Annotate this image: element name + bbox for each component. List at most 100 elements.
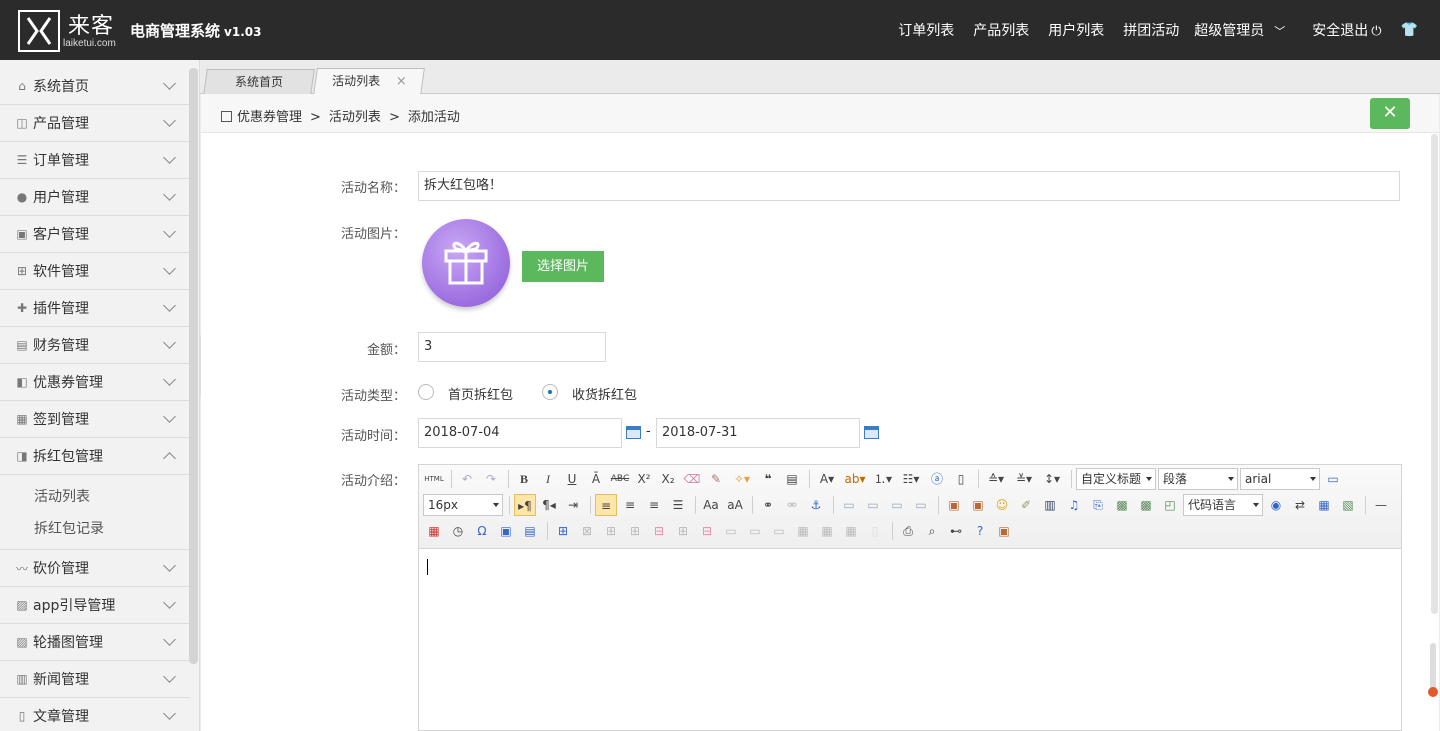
insert-frame-icon[interactable]: ◰ [1159, 494, 1181, 516]
link-icon[interactable]: ⚭ [757, 494, 779, 516]
submenu-redpacket-records[interactable]: 拆红包记录 [0, 513, 190, 545]
insert-col-icon[interactable]: ⊞ [672, 520, 694, 542]
breadcrumb-item[interactable]: 活动列表 [329, 110, 381, 125]
font-border-icon[interactable]: Ā [585, 468, 607, 490]
breadcrumb-item[interactable]: 优惠券管理 [237, 110, 302, 125]
logo-icon[interactable] [18, 10, 60, 52]
align-center-icon[interactable]: ≡ [619, 494, 641, 516]
undo-icon[interactable]: ↶ [456, 468, 478, 490]
strikethrough-icon[interactable]: ABC [609, 468, 631, 490]
split-rows-icon[interactable]: ▦ [816, 520, 838, 542]
main-scrollbar[interactable] [1431, 134, 1438, 614]
split-cells-icon[interactable]: ▦ [792, 520, 814, 542]
bold-icon[interactable]: B [513, 468, 535, 490]
insert-table-icon[interactable]: ⊞ [552, 520, 574, 542]
sidebar-item-redpacket[interactable]: ◨ 拆红包管理 [0, 438, 190, 475]
thermometer-widget-icon[interactable] [1428, 643, 1438, 697]
rtl-icon[interactable]: ¶◂ [538, 494, 560, 516]
sidebar-item-carousel[interactable]: ▨ 轮播图管理 [0, 624, 190, 661]
ltr-icon[interactable]: ▸¶ [514, 494, 536, 516]
underline-icon[interactable]: U [561, 468, 583, 490]
activity-name-input[interactable]: 拆大红包咯！ [418, 171, 1400, 201]
close-icon[interactable]: × [395, 70, 406, 94]
theme-shirt-icon[interactable]: 👕 [1401, 22, 1418, 38]
paste-plain-icon[interactable]: ▤ [781, 468, 803, 490]
word-transfer-icon[interactable]: ▤ [519, 520, 541, 542]
drafts-icon[interactable]: ▣ [993, 520, 1015, 542]
attachment-icon[interactable]: ⎘ [1087, 494, 1109, 516]
align-justify-icon[interactable]: ☰ [667, 494, 689, 516]
amount-input[interactable]: 3 [418, 332, 606, 362]
sidebar-item-coupons[interactable]: ◧ 优惠券管理 [0, 364, 190, 401]
insert-row-icon[interactable]: ⊞ [624, 520, 646, 542]
sidebar-item-checkin[interactable]: ▦ 签到管理 [0, 401, 190, 438]
type-option-receipt[interactable]: 收货拆红包 [572, 384, 637, 403]
special-char-icon[interactable]: Ω [471, 520, 493, 542]
logout-button[interactable]: 安全退出 ⏻ [1312, 20, 1381, 40]
sidebar-item-news[interactable]: ▥ 新闻管理 [0, 661, 190, 698]
unlink-icon[interactable]: ⚮ [781, 494, 803, 516]
date-icon[interactable]: ▦ [423, 520, 445, 542]
template-icon[interactable]: ▦ [1313, 494, 1335, 516]
auto-format-icon[interactable]: ✧▾ [729, 468, 755, 490]
align-left-icon[interactable]: ≡ [595, 494, 617, 516]
nav-order-list[interactable]: 订单列表 [898, 20, 954, 40]
tab-activity-list[interactable]: 活动列表 × [313, 68, 425, 95]
time-icon[interactable]: ◷ [447, 520, 469, 542]
case-lower-icon[interactable]: aA [724, 494, 746, 516]
sidebar-item-customers[interactable]: ▣ 客户管理 [0, 216, 190, 253]
font-family-select[interactable]: arial [1240, 468, 1320, 490]
format-brush-icon[interactable]: ✎ [705, 468, 727, 490]
insert-video-icon[interactable]: ▥ [1039, 494, 1061, 516]
emotion-icon[interactable]: ☺ [991, 494, 1013, 516]
map-icon[interactable]: ▩ [1111, 494, 1133, 516]
submenu-activity-list[interactable]: 活动列表 [0, 481, 190, 513]
sidebar-item-products[interactable]: ◫ 产品管理 [0, 105, 190, 142]
sidebar-item-articles[interactable]: ▯ 文章管理 [0, 698, 190, 731]
redo-icon[interactable]: ↷ [480, 468, 502, 490]
music-icon[interactable]: ♫ [1063, 494, 1085, 516]
delete-row-icon[interactable]: ⊟ [648, 520, 670, 542]
subscript-icon[interactable]: X₂ [657, 468, 679, 490]
simple-upload-icon[interactable]: ▣ [943, 494, 965, 516]
sidebar-item-plugins[interactable]: ✚ 插件管理 [0, 290, 190, 327]
preview-icon[interactable]: ⌕ [921, 520, 943, 542]
anchor-icon[interactable]: ⚓ [805, 494, 827, 516]
split-cols-icon[interactable]: ▦ [840, 520, 862, 542]
user-menu[interactable]: 超级管理员 ﹀ [1194, 20, 1285, 40]
nav-product-list[interactable]: 产品列表 [973, 20, 1029, 40]
sidebar-scrollbar[interactable] [189, 68, 198, 664]
html-source-button[interactable]: HTML [423, 468, 445, 490]
clear-doc-icon[interactable]: ▯ [950, 468, 972, 490]
choose-image-button[interactable]: 选择图片 [522, 251, 604, 282]
horizontal-rule-icon[interactable]: — [1370, 494, 1392, 516]
ordered-list-icon[interactable]: ⒈▾ [870, 468, 896, 490]
calendar-icon[interactable] [626, 426, 641, 439]
highlight-color-icon[interactable]: ab▾ [842, 468, 868, 490]
page-break-icon[interactable]: ⇄ [1289, 494, 1311, 516]
merge-right-icon[interactable]: ▭ [744, 520, 766, 542]
case-upper-icon[interactable]: Aa [700, 494, 722, 516]
background-icon[interactable]: ▧ [1337, 494, 1359, 516]
custom-heading-select[interactable]: 自定义标题 [1076, 468, 1156, 490]
eraser-icon[interactable]: ⌫ [681, 468, 703, 490]
select-all-icon[interactable]: ⓐ [926, 468, 948, 490]
row-spacing-top-icon[interactable]: ≙▾ [983, 468, 1009, 490]
indent-icon[interactable]: ⇥ [562, 494, 584, 516]
tab-system-home[interactable]: 系统首页 [203, 69, 315, 95]
type-radio-home[interactable] [418, 384, 434, 400]
calendar-icon[interactable] [864, 426, 879, 439]
font-size-select[interactable]: 16px [423, 494, 503, 516]
superscript-icon[interactable]: X² [633, 468, 655, 490]
sidebar-item-bargain[interactable]: 〰砍价管理 [0, 550, 190, 587]
code-language-select[interactable]: 代码语言 [1183, 494, 1263, 516]
close-page-button[interactable]: ✕ [1370, 98, 1410, 129]
merge-down-icon[interactable]: ▭ [768, 520, 790, 542]
line-height-icon[interactable]: ↕▾ [1039, 468, 1065, 490]
row-spacing-bottom-icon[interactable]: ≚▾ [1011, 468, 1037, 490]
image-right-icon[interactable]: ▭ [886, 494, 908, 516]
delete-col-icon[interactable]: ⊟ [696, 520, 718, 542]
paragraph-format-select[interactable]: 段落 [1158, 468, 1238, 490]
merge-cells-icon[interactable]: ▭ [720, 520, 742, 542]
font-color-icon[interactable]: A▾ [814, 468, 840, 490]
